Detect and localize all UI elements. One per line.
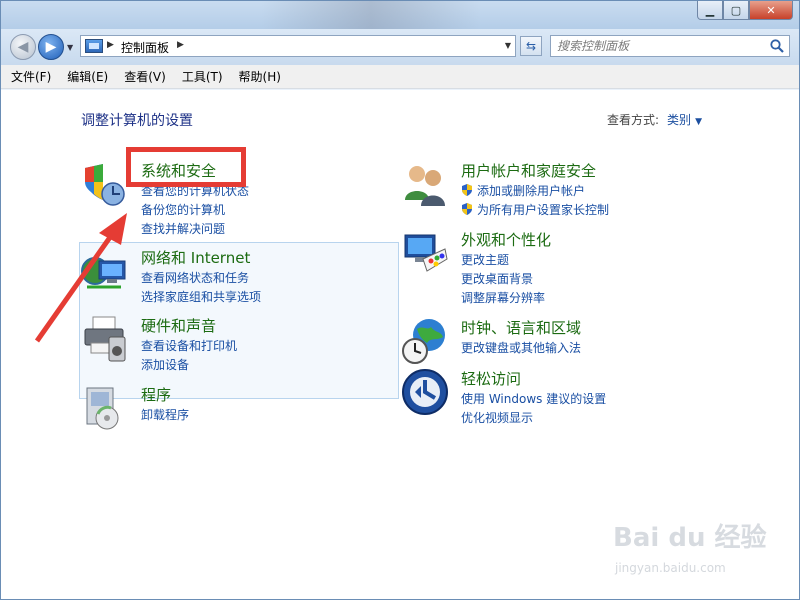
link-uninstall-program[interactable]: 卸载程序: [141, 406, 189, 425]
arrow-left-icon: ◀: [17, 39, 29, 55]
chevron-down-icon[interactable]: ▼: [695, 117, 702, 127]
category-links: 添加或删除用户帐户 为所有用户设置家长控制: [461, 182, 609, 220]
programs-icon: [86, 387, 119, 430]
menu-edit[interactable]: 编辑(E): [67, 68, 108, 85]
link-backup-computer[interactable]: 备份您的计算机: [141, 201, 249, 220]
link-add-remove-accounts[interactable]: 添加或删除用户帐户: [461, 182, 609, 201]
forward-button[interactable]: ▶: [38, 34, 64, 60]
link-change-theme[interactable]: 更改主题: [461, 251, 545, 270]
window-controls: ▁ ▢ ✕: [697, 1, 793, 20]
users-icon: [405, 166, 445, 206]
search-input[interactable]: [557, 38, 763, 54]
menu-help[interactable]: 帮助(H): [239, 68, 281, 85]
arrow-right-icon: ▶: [45, 39, 57, 55]
link-text: 为所有用户设置家长控制: [477, 203, 610, 217]
minimize-button[interactable]: ▁: [697, 1, 723, 20]
category-title[interactable]: 外观和个性化: [461, 229, 551, 250]
close-button[interactable]: ✕: [749, 1, 793, 20]
link-optimize-display[interactable]: 优化视频显示: [461, 409, 606, 428]
printer-icon: [84, 316, 126, 362]
title-bar[interactable]: ▁ ▢ ✕: [1, 1, 799, 29]
link-parental-controls[interactable]: 为所有用户设置家长控制: [461, 201, 609, 220]
back-button[interactable]: ◀: [10, 34, 36, 60]
watermark-url: jingyan.baidu.com: [615, 561, 726, 575]
category-links: 查看设备和打印机 添加设备: [141, 337, 237, 375]
ease-of-access-icon: [402, 369, 448, 415]
address-toolbar: ◀ ▶ ▼ ▶ 控制面板 ▶ ▼ ⇆: [1, 29, 799, 65]
control-panel-window: ▁ ▢ ✕ ◀ ▶ ▼ ▶ 控制面板 ▶ ▼ ⇆ 搜索控制面板 文件(F) 编辑…: [0, 0, 800, 600]
menu-view[interactable]: 查看(V): [124, 68, 166, 85]
link-text: 添加或删除用户帐户: [477, 184, 586, 198]
category-title[interactable]: 程序: [141, 384, 171, 405]
shield-icon: [85, 164, 125, 206]
category-links: 使用 Windows 建议的设置 优化视频显示: [461, 390, 606, 428]
link-change-background[interactable]: 更改桌面背景: [461, 270, 545, 289]
category-links: 更改主题 更改桌面背景 调整屏幕分辨率: [461, 251, 545, 308]
search-box[interactable]: [550, 35, 790, 57]
title-bar-decoration: [261, 1, 481, 29]
globe-clock-icon: [402, 319, 445, 364]
view-by: 查看方式: 类别 ▼: [607, 111, 702, 128]
category-title[interactable]: 用户帐户和家庭安全: [461, 160, 596, 181]
uac-shield-icon: [462, 184, 472, 196]
category-title[interactable]: 硬件和声音: [141, 315, 216, 336]
breadcrumb-control-panel[interactable]: 控制面板: [121, 39, 169, 56]
control-panel-icon: [85, 39, 103, 53]
network-icon: [81, 257, 126, 289]
refresh-button[interactable]: ⇆: [520, 36, 542, 56]
maximize-button[interactable]: ▢: [723, 1, 749, 20]
chevron-down-icon[interactable]: ▼: [505, 41, 511, 50]
category-links: 更改键盘或其他输入法: [461, 339, 581, 358]
category-title[interactable]: 时钟、语言和区域: [461, 317, 581, 338]
category-links: 查看网络状态和任务 选择家庭组和共享选项: [141, 269, 261, 307]
category-title[interactable]: 网络和 Internet: [141, 247, 250, 268]
watermark-logo: Bai du 经验: [613, 523, 767, 553]
breadcrumb-separator-icon[interactable]: ▶: [107, 40, 114, 50]
link-add-device[interactable]: 添加设备: [141, 356, 237, 375]
menu-bar: 文件(F) 编辑(E) 查看(V) 工具(T) 帮助(H): [1, 65, 799, 89]
link-network-status[interactable]: 查看网络状态和任务: [141, 269, 261, 288]
view-by-dropdown[interactable]: 类别: [667, 113, 691, 127]
monitor-palette-icon: [404, 234, 448, 272]
view-by-label: 查看方式:: [607, 113, 660, 127]
uac-shield-icon: [462, 203, 472, 215]
menu-tools[interactable]: 工具(T): [182, 68, 223, 85]
link-windows-suggested-settings[interactable]: 使用 Windows 建议的设置: [461, 390, 606, 409]
breadcrumb-separator-icon[interactable]: ▶: [177, 40, 184, 50]
annotation-red-box: [126, 147, 246, 187]
page-title: 调整计算机的设置: [81, 113, 193, 129]
link-keyboard-input[interactable]: 更改键盘或其他输入法: [461, 339, 581, 358]
refresh-icon: ⇆: [525, 39, 537, 53]
menu-file[interactable]: 文件(F): [11, 68, 51, 85]
link-homegroup-sharing[interactable]: 选择家庭组和共享选项: [141, 288, 261, 307]
category-links: 查看您的计算机状态 备份您的计算机 查找并解决问题: [141, 182, 249, 239]
recent-pages-dropdown[interactable]: ▼: [67, 43, 73, 52]
category-title[interactable]: 轻松访问: [461, 368, 521, 389]
link-devices-printers[interactable]: 查看设备和打印机: [141, 337, 237, 356]
address-bar[interactable]: ▶ 控制面板 ▶ ▼: [80, 35, 516, 57]
link-troubleshoot[interactable]: 查找并解决问题: [141, 220, 249, 239]
link-adjust-resolution[interactable]: 调整屏幕分辨率: [461, 289, 545, 308]
search-icon[interactable]: [769, 38, 785, 54]
category-links: 卸载程序: [141, 406, 189, 425]
